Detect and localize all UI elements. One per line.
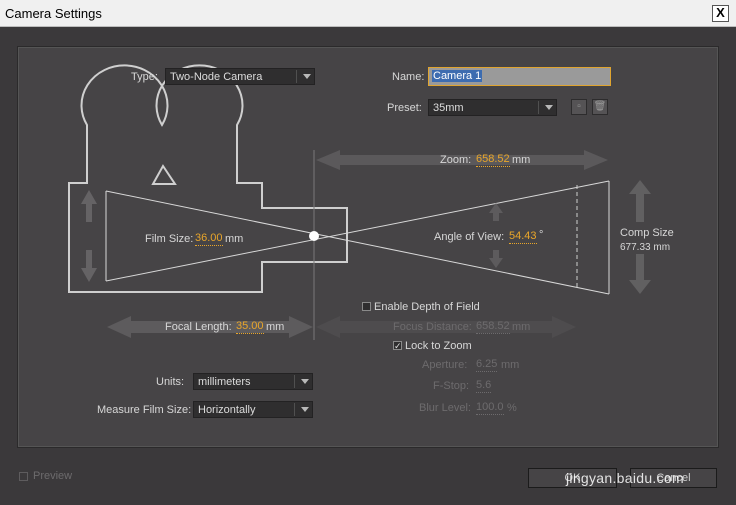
zoom-unit: mm <box>512 154 531 166</box>
type-value: Two-Node Camera <box>170 71 263 83</box>
film-size-arrows <box>81 190 97 282</box>
depth-of-field-checkbox[interactable] <box>362 302 371 311</box>
measure-film-size-dropdown[interactable]: Horizontally <box>193 401 313 418</box>
f-stop-label: F-Stop: <box>433 380 470 392</box>
lens-node <box>309 231 319 241</box>
film-size-label: Film Size: <box>145 233 194 245</box>
measure-film-size-label: Measure Film Size: <box>97 404 192 416</box>
type-label: Type: <box>131 71 158 83</box>
lock-to-zoom-checkbox[interactable]: ✓ <box>393 341 402 351</box>
focal-length-label: Focal Length: <box>165 321 232 333</box>
aperture-label: Aperture: <box>422 359 468 371</box>
chevron-down-icon <box>301 407 309 412</box>
units-label: Units: <box>156 376 185 388</box>
units-value: millimeters <box>198 376 251 388</box>
type-dropdown[interactable]: Two-Node Camera <box>165 68 315 85</box>
aperture-unit: mm <box>501 359 520 371</box>
aperture-value: 6.25 <box>476 358 498 372</box>
angle-of-view-unit: ° <box>539 229 544 241</box>
focal-length-unit: mm <box>266 321 285 333</box>
zoom-value[interactable]: 658.52 <box>476 153 510 167</box>
angle-of-view-label: Angle of View: <box>434 231 505 243</box>
chevron-down-icon <box>545 105 553 110</box>
zoom-label: Zoom: <box>440 154 472 166</box>
preset-value: 35mm <box>433 102 464 114</box>
chevron-down-icon <box>301 379 309 384</box>
camera-outline <box>68 64 348 293</box>
lock-to-zoom-label: Lock to Zoom <box>405 340 472 352</box>
trash-icon[interactable]: 🗑 <box>592 99 608 115</box>
focus-distance-unit: mm <box>512 321 531 333</box>
angle-of-view-value[interactable]: 54.43 <box>509 230 537 244</box>
preset-dropdown[interactable]: 35mm <box>428 99 557 116</box>
focus-distance-value: 658.52 <box>476 320 510 334</box>
preview-label: Preview <box>33 470 73 482</box>
preview-checkbox[interactable] <box>19 472 28 481</box>
chevron-down-icon <box>303 74 311 79</box>
film-size-value[interactable]: 36.00 <box>195 232 223 246</box>
watermark: jingyan.baidu.com <box>566 470 684 486</box>
blur-level-value: 100.0 <box>476 401 504 415</box>
save-preset-icon[interactable]: ▫ <box>571 99 587 115</box>
focus-distance-label: Focus Distance: <box>393 321 472 333</box>
film-size-unit: mm <box>225 233 244 245</box>
focal-length-value[interactable]: 35.00 <box>236 320 264 334</box>
blur-level-unit: % <box>507 402 517 414</box>
comp-size-value: 677.33 mm <box>620 242 671 253</box>
name-label: Name: <box>392 71 425 83</box>
preset-label: Preset: <box>387 102 422 114</box>
measure-film-size-value: Horizontally <box>198 404 256 416</box>
comp-size-label: Comp Size <box>620 227 674 239</box>
viewfinder-triangle <box>151 164 177 185</box>
depth-of-field-label: Enable Depth of Field <box>374 301 480 313</box>
blur-level-label: Blur Level: <box>419 402 471 414</box>
name-input[interactable]: Camera 1 <box>428 67 611 86</box>
units-dropdown[interactable]: millimeters <box>193 373 313 390</box>
name-value: Camera 1 <box>432 70 483 82</box>
f-stop-value: 5.6 <box>476 379 492 393</box>
